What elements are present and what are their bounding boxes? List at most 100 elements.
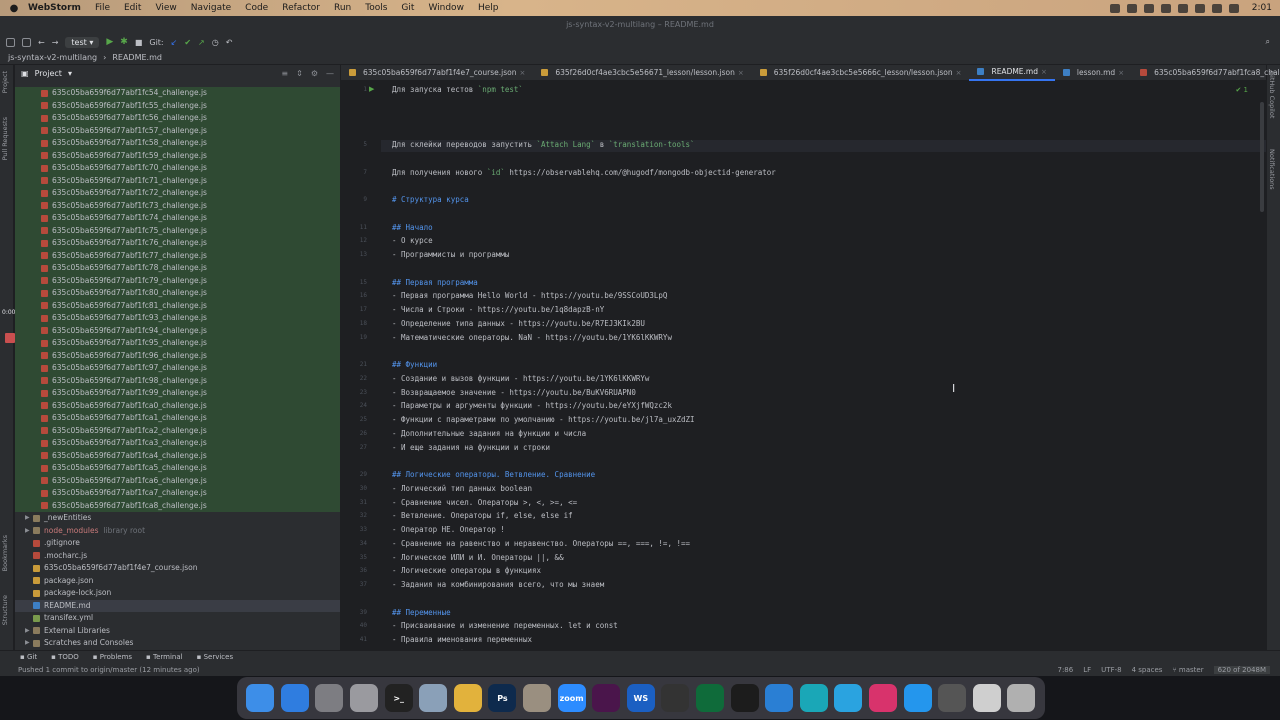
- breadcrumb-project[interactable]: js-syntax-v2-multilang: [8, 53, 97, 62]
- bottom-tab-services[interactable]: ▪ Services: [197, 653, 234, 661]
- git-history-icon[interactable]: ◷: [212, 38, 219, 47]
- dock-zoom-icon[interactable]: zoom: [557, 684, 586, 712]
- apple-icon[interactable]: ●: [0, 3, 28, 14]
- tray-gear-icon[interactable]: [1143, 3, 1154, 13]
- menu-git[interactable]: Git: [401, 3, 414, 13]
- menu-edit[interactable]: Edit: [124, 3, 141, 13]
- tree-file-item[interactable]: 635c05ba659f6d77abf1fc71_challenge.js: [15, 174, 340, 187]
- tree-file-item[interactable]: 635c05ba659f6d77abf1fc99_challenge.js: [15, 387, 340, 400]
- tray-battery-icon[interactable]: [1177, 3, 1188, 13]
- dock-finder-icon[interactable]: [246, 684, 275, 712]
- tree-file-item[interactable]: 635c05ba659f6d77abf1fc98_challenge.js: [15, 374, 340, 387]
- close-icon[interactable]: ×: [1041, 64, 1047, 80]
- dock-terminal-icon[interactable]: >_: [384, 684, 413, 712]
- tool-tab-notifications[interactable]: Notifications: [1268, 149, 1276, 190]
- tree-file-item[interactable]: 635c05ba659f6d77abf1fc57_challenge.js: [15, 124, 340, 137]
- tree-file-item[interactable]: 635c05ba659f6d77abf1fc96_challenge.js: [15, 349, 340, 362]
- tree-file-item[interactable]: 635c05ba659f6d77abf1fca2_challenge.js: [15, 424, 340, 437]
- expand-icon[interactable]: ⇕: [296, 69, 303, 78]
- menu-code[interactable]: Code: [245, 3, 268, 13]
- dock-search-icon[interactable]: [799, 684, 828, 712]
- run-config-select[interactable]: test ▾: [65, 36, 100, 48]
- tree-file-item[interactable]: 635c05ba659f6d77abf1fc75_challenge.js: [15, 224, 340, 237]
- menu-help[interactable]: Help: [478, 3, 499, 13]
- git-update-icon[interactable]: ↙: [171, 38, 178, 47]
- dock-folder-icon[interactable]: [972, 684, 1001, 712]
- stop-recording-icon[interactable]: [5, 333, 15, 343]
- menubar-clock[interactable]: 2:01: [1252, 3, 1272, 13]
- dock-trash-icon[interactable]: [1007, 684, 1036, 712]
- dock-mongodb-icon[interactable]: [696, 684, 725, 712]
- close-icon[interactable]: ×: [519, 65, 525, 81]
- dock-photoshop-icon[interactable]: Ps: [488, 684, 517, 712]
- tree-file-item[interactable]: 635c05ba659f6d77abf1fca4_challenge.js: [15, 449, 340, 462]
- tree-file-item[interactable]: 635c05ba659f6d77abf1fc73_challenge.js: [15, 199, 340, 212]
- dock-docker-icon[interactable]: [903, 684, 932, 712]
- save-icon[interactable]: [6, 37, 15, 47]
- menu-refactor[interactable]: Refactor: [282, 3, 320, 13]
- tree-root-file-item[interactable]: 635c05ba659f6d77abf1f4e7_course.json: [15, 562, 340, 575]
- tree-file-item[interactable]: 635c05ba659f6d77abf1fc58_challenge.js: [15, 137, 340, 150]
- dock-vscode-icon[interactable]: [765, 684, 794, 712]
- tree-file-item[interactable]: 635c05ba659f6d77abf1fc77_challenge.js: [15, 249, 340, 262]
- tree-file-item[interactable]: 635c05ba659f6d77abf1fca8_challenge.js: [15, 499, 340, 512]
- tool-tab-structure[interactable]: Structure: [1, 595, 9, 625]
- tray-control-center-icon[interactable]: [1228, 3, 1239, 13]
- dock-creative-cloud-icon[interactable]: [868, 684, 897, 712]
- tree-root-file-item[interactable]: .mocharc.js: [15, 550, 340, 563]
- tree-file-item[interactable]: 635c05ba659f6d77abf1fc79_challenge.js: [15, 274, 340, 287]
- tree-file-item[interactable]: 635c05ba659f6d77abf1fc55_challenge.js: [15, 99, 340, 112]
- editor-tab[interactable]: 635f26d0cf4ae3cbc5e5666c_lesson/lesson.j…: [752, 65, 970, 81]
- tree-file-item[interactable]: 635c05ba659f6d77abf1fca5_challenge.js: [15, 462, 340, 475]
- collapse-all-icon[interactable]: ≡: [281, 69, 288, 78]
- tree-file-item[interactable]: 635c05ba659f6d77abf1fc95_challenge.js: [15, 337, 340, 350]
- tree-file-item[interactable]: 635c05ba659f6d77abf1fc59_challenge.js: [15, 149, 340, 162]
- dock-telegram-icon[interactable]: [834, 684, 863, 712]
- tree-root-file-item[interactable]: package-lock.json: [15, 587, 340, 600]
- editor-tab[interactable]: lesson.md ×: [1055, 65, 1132, 81]
- tree-file-item[interactable]: 635c05ba659f6d77abf1fc70_challenge.js: [15, 162, 340, 175]
- tree-file-item[interactable]: 635c05ba659f6d77abf1fc78_challenge.js: [15, 262, 340, 275]
- close-icon[interactable]: ×: [1118, 65, 1124, 81]
- sync-icon[interactable]: [22, 37, 31, 47]
- tree-file-item[interactable]: 635c05ba659f6d77abf1fca3_challenge.js: [15, 437, 340, 450]
- dock-settings-icon[interactable]: [315, 684, 344, 712]
- tree-file-item[interactable]: 635c05ba659f6d77abf1fc72_challenge.js: [15, 187, 340, 200]
- search-everywhere-icon[interactable]: ⌕: [1266, 37, 1280, 47]
- breadcrumb-file[interactable]: README.md: [112, 53, 162, 62]
- tree-scratches[interactable]: ▶ Scratches and Consoles: [15, 637, 340, 650]
- dock-chrome-icon[interactable]: [453, 684, 482, 712]
- memory-indicator[interactable]: 620 of 2048M: [1213, 665, 1270, 674]
- tree-folder-node-modules[interactable]: ▶ node_modules library root: [15, 525, 340, 538]
- tree-file-item[interactable]: 635c05ba659f6d77abf1fc74_challenge.js: [15, 212, 340, 225]
- inspection-ok-badge[interactable]: ✔ 1: [1235, 86, 1248, 94]
- tool-tab-bookmarks[interactable]: Bookmarks: [1, 535, 9, 571]
- bottom-tab-git[interactable]: ▪ Git: [20, 653, 37, 661]
- tray-search-icon[interactable]: [1211, 3, 1222, 13]
- git-push-icon[interactable]: ↗: [198, 38, 205, 47]
- git-commit-icon[interactable]: ✔: [184, 38, 191, 47]
- editor-tab[interactable]: 635f26d0cf4ae3cbc5e56671_lesson/lesson.j…: [533, 65, 751, 81]
- menu-window[interactable]: Window: [428, 3, 464, 13]
- tree-root-file-item[interactable]: .gitignore: [15, 537, 340, 550]
- editor-tab[interactable]: README.md ×: [969, 64, 1055, 81]
- menu-app-name[interactable]: WebStorm: [28, 3, 81, 13]
- tree-file-item[interactable]: 635c05ba659f6d77abf1fc76_challenge.js: [15, 237, 340, 250]
- tree-file-item[interactable]: 635c05ba659f6d77abf1fca6_challenge.js: [15, 474, 340, 487]
- bottom-tab-problems[interactable]: ▪ Problems: [93, 653, 132, 661]
- menu-navigate[interactable]: Navigate: [191, 3, 231, 13]
- caret-position[interactable]: 7:86: [1058, 666, 1074, 674]
- debug-icon[interactable]: ✱: [120, 37, 128, 47]
- bottom-tab-todo[interactable]: ▪ TODO: [51, 653, 79, 661]
- tray-vpn-icon[interactable]: [1126, 3, 1137, 13]
- dock-preview-icon[interactable]: [419, 684, 448, 712]
- tray-record-icon[interactable]: [1109, 3, 1120, 13]
- bottom-tab-terminal[interactable]: ▪ Terminal: [146, 653, 183, 661]
- git-rollback-icon[interactable]: ↶: [226, 38, 233, 47]
- line-separator[interactable]: LF: [1083, 666, 1091, 674]
- tree-folder-new-entities[interactable]: ▶ _newEntities: [15, 512, 340, 525]
- git-branch[interactable]: ⑂ master: [1172, 666, 1203, 674]
- dock-screens-icon[interactable]: [938, 684, 967, 712]
- menu-file[interactable]: File: [95, 3, 110, 13]
- project-panel-title[interactable]: Project: [35, 69, 62, 78]
